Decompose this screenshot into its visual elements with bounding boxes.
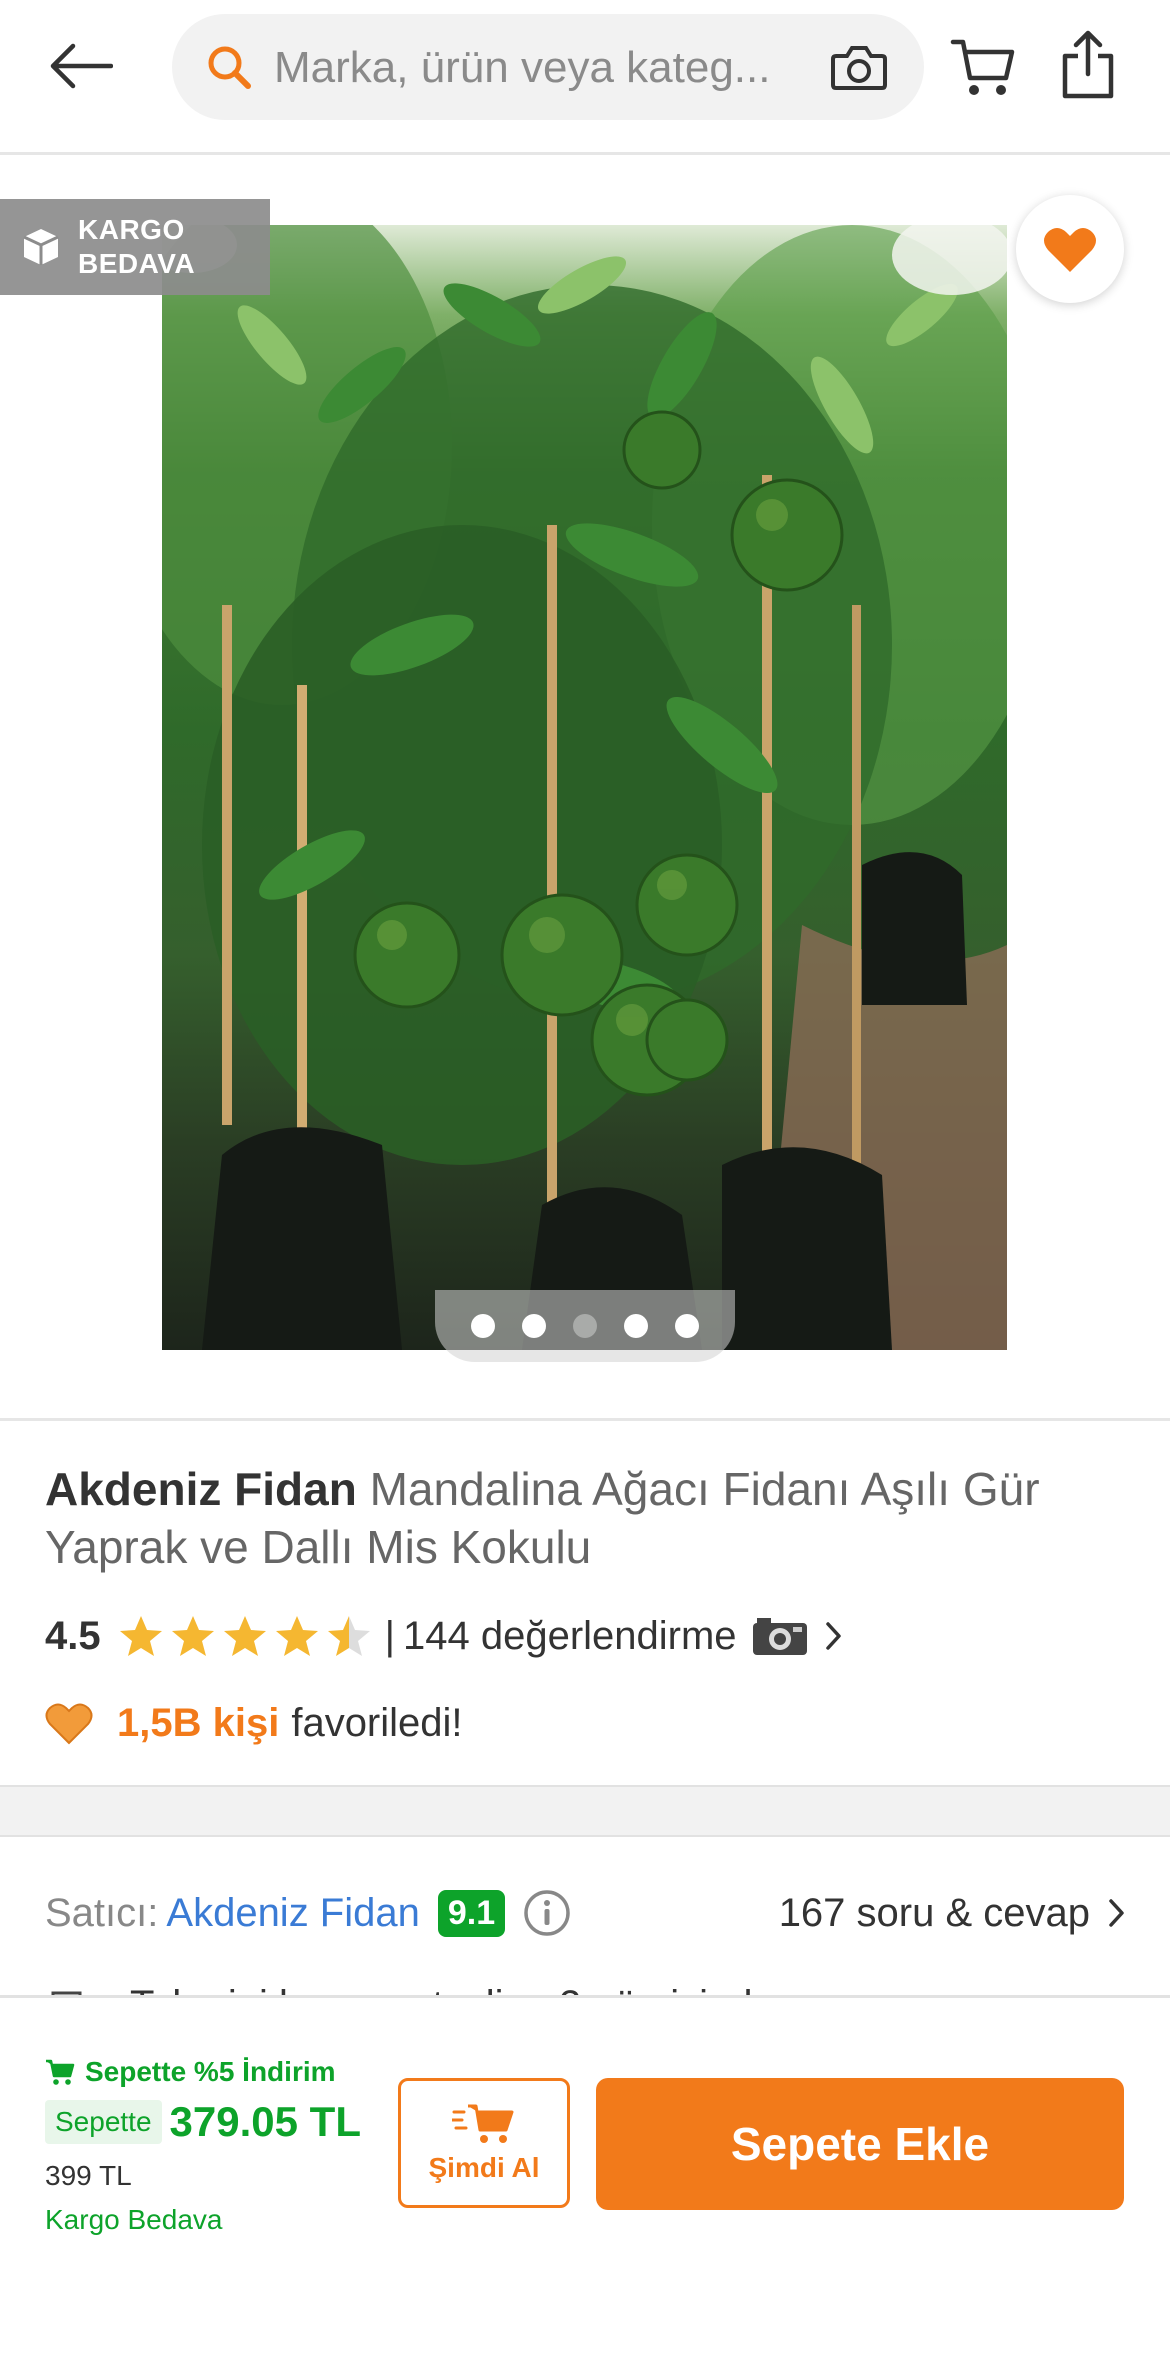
seller-prefix: Satıcı:	[45, 1890, 159, 1935]
favorites-row: 1,5B kişi favoriledi!	[45, 1695, 463, 1751]
back-button[interactable]	[40, 30, 120, 102]
product-image[interactable]	[162, 225, 1007, 1350]
seller-name-link[interactable]: Akdeniz Fidan	[166, 1891, 419, 1936]
heart-icon	[1044, 228, 1096, 272]
star-half-icon	[327, 1616, 370, 1656]
camera-icon[interactable]	[830, 42, 888, 92]
rating-stars	[119, 1614, 371, 1658]
pagination-dot-4[interactable]	[624, 1314, 648, 1338]
rating-row[interactable]: 4.5 | 144 değerlendirme	[45, 1608, 843, 1664]
seller-score-badge: 9.1	[437, 1889, 506, 1937]
image-pagination	[435, 1290, 735, 1362]
questions-answers-link[interactable]: 167 soru & cevap	[779, 1883, 1126, 1943]
star-icon	[275, 1616, 318, 1656]
cart-discount-text: Sepette %5 İndirim	[85, 2056, 336, 2087]
product-gallery[interactable]: KARGO BEDAVA	[0, 155, 1170, 1421]
original-price: 399 TL	[45, 2160, 132, 2191]
favorite-text: favoriledi!	[291, 1700, 463, 1745]
star-icon	[171, 1616, 214, 1656]
section-divider	[0, 1785, 1170, 1837]
product-title: Akdeniz Fidan Mandalina Ağacı Fidanı Aşı…	[45, 1460, 1125, 1576]
free-shipping-badge: KARGO BEDAVA	[0, 199, 270, 295]
free-shipping-badge-label: KARGO BEDAVA	[78, 214, 196, 279]
pagination-dot-5[interactable]	[675, 1314, 699, 1338]
favorite-count: 1,5B kişi	[117, 1700, 280, 1745]
estimated-delivery-text: Tahmini kargoya teslim: 2 gün içinde	[130, 1983, 775, 1996]
favorite-button[interactable]	[1016, 195, 1124, 303]
cart-discount-line: Sepette %5 İndirim	[45, 2056, 336, 2088]
top-bar	[0, 0, 1170, 155]
price-line: Sepette 379.05 TL	[45, 2098, 361, 2146]
estimated-delivery-row: Tahmini kargoya teslim: 2 gün içinde	[50, 1975, 775, 1995]
pagination-dot-3-active[interactable]	[573, 1314, 597, 1338]
pagination-dot-2[interactable]	[522, 1314, 546, 1338]
info-icon[interactable]	[523, 1889, 571, 1937]
star-icon	[119, 1616, 162, 1656]
fast-cart-icon	[452, 2104, 514, 2143]
rating-score: 4.5	[45, 1613, 101, 1658]
photo-reviews-camera-icon	[752, 1618, 807, 1655]
buy-now-label: Şimdi Al	[428, 2152, 540, 2183]
search-bar[interactable]	[172, 14, 966, 120]
package-icon	[23, 229, 59, 265]
add-to-cart-button[interactable]: Sepete Ekle	[596, 2078, 1124, 2210]
review-count-link[interactable]: 144 değerlendirme	[403, 1614, 737, 1659]
star-icon	[223, 1616, 266, 1656]
discounted-price: 379.05 TL	[169, 2098, 361, 2145]
cart-icon[interactable]	[950, 34, 1016, 100]
back-arrow-icon	[50, 43, 113, 89]
product-brand[interactable]: Akdeniz Fidan	[45, 1463, 357, 1515]
seller-section: Satıcı: Akdeniz Fidan 9.1 167 soru & cev…	[0, 1835, 1170, 1995]
seller-row: Satıcı: Akdeniz Fidan 9.1	[45, 1883, 571, 1943]
cart-icon	[46, 2059, 75, 2085]
share-icon[interactable]	[1060, 30, 1116, 100]
truck-icon	[51, 1991, 82, 1995]
qa-text: 167 soru & cevap	[778, 1890, 1090, 1935]
price-tag: Sepette	[45, 2100, 162, 2144]
product-info: Akdeniz Fidan Mandalina Ağacı Fidanı Aşı…	[0, 1420, 1170, 1785]
pagination-dot-1[interactable]	[471, 1314, 495, 1338]
buy-now-button[interactable]: Şimdi Al	[398, 2078, 570, 2208]
chevron-right-icon	[1109, 1899, 1124, 1927]
orange-heart-icon	[45, 1703, 93, 1745]
search-icon	[208, 46, 251, 89]
free-shipping-text: Kargo Bedava	[45, 2204, 223, 2235]
chevron-right-icon	[825, 1622, 841, 1650]
rating-separator: |	[384, 1613, 395, 1658]
bottom-purchase-bar: Sepette %5 İndirim Sepette 379.05 TL 399…	[0, 1995, 1170, 2377]
